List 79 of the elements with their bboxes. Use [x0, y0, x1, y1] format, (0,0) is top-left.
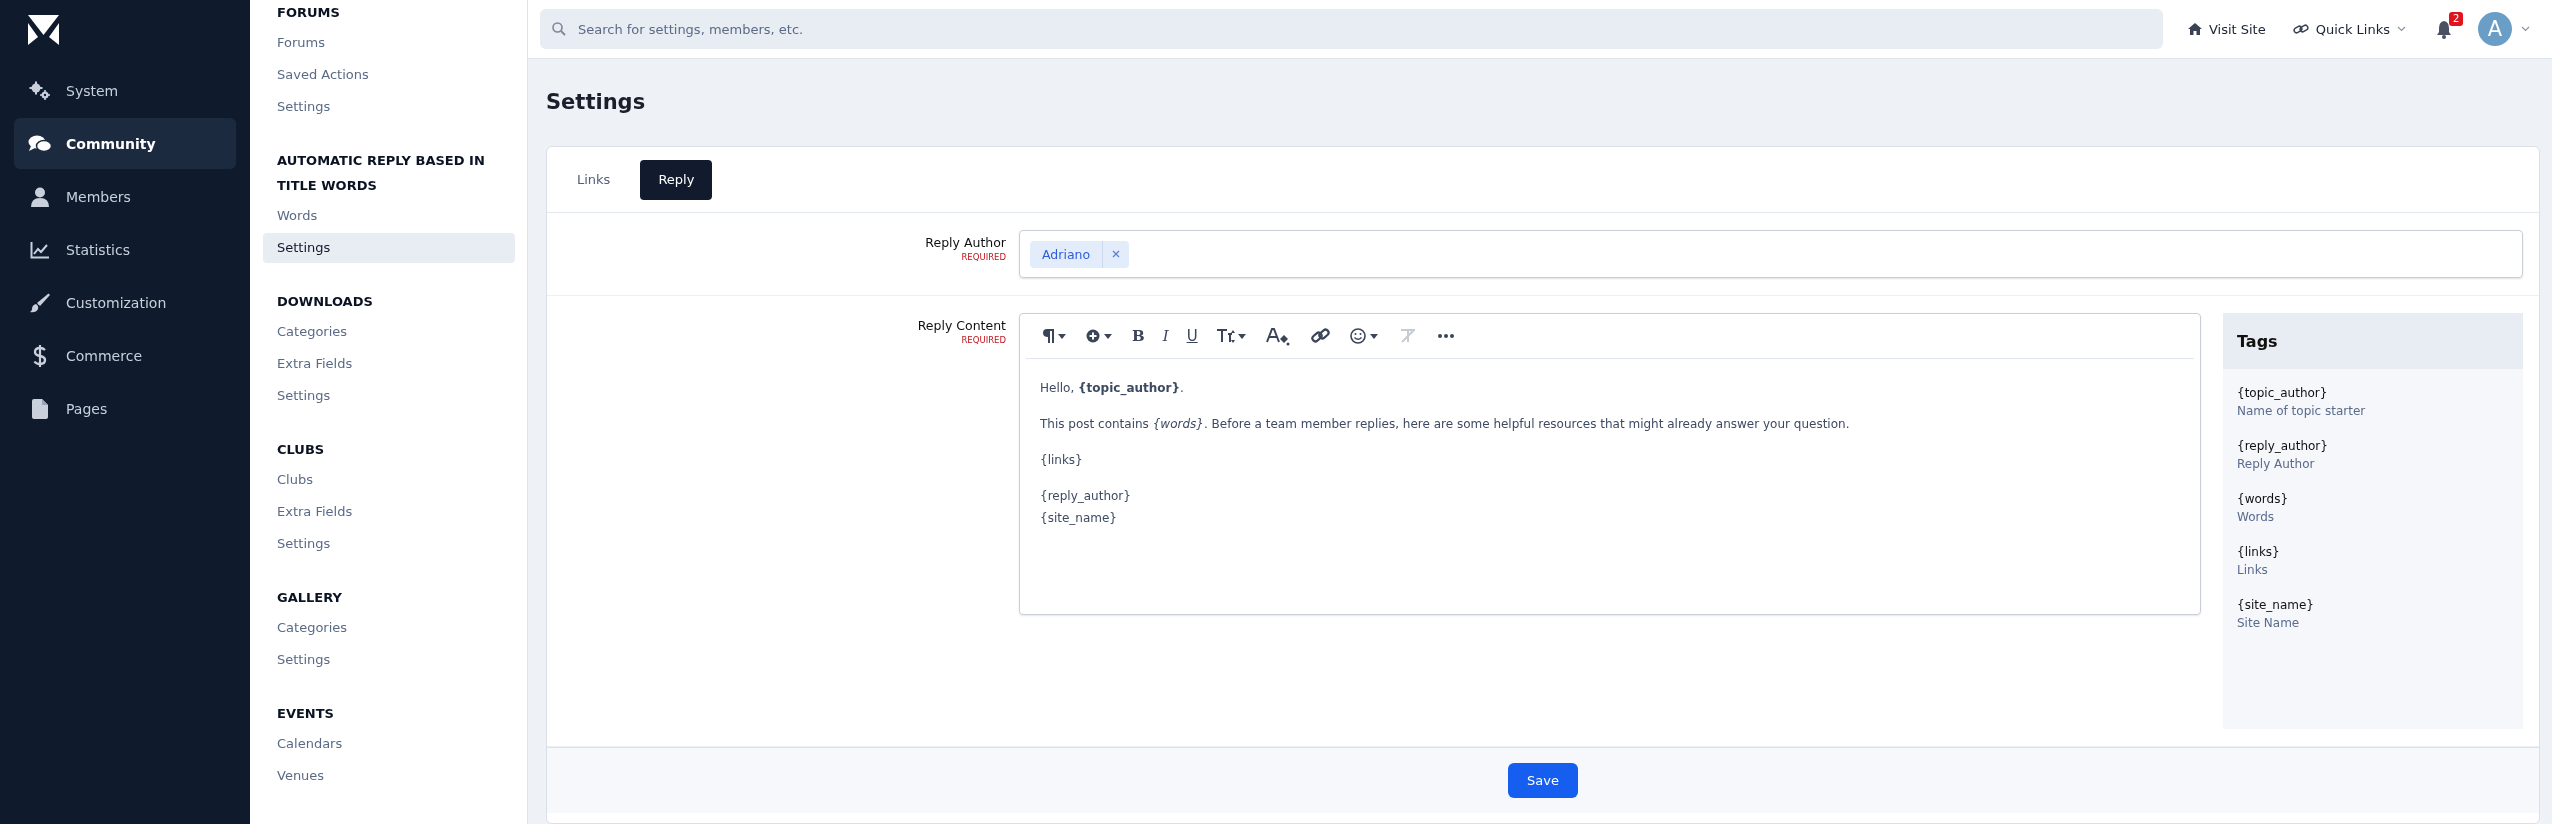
chevron-down-icon[interactable]	[2521, 26, 2530, 32]
page-title: Settings	[546, 89, 647, 116]
nav-item[interactable]: Statistics	[14, 224, 236, 275]
smiley-icon[interactable]	[1349, 326, 1380, 346]
nav-item[interactable]: Pages	[14, 383, 236, 434]
tag-name[interactable]: {reply_author}	[2237, 439, 2328, 453]
field-label: Reply Author	[925, 234, 1006, 251]
link-icon	[2292, 23, 2309, 35]
tag-description: Reply Author	[2237, 457, 2315, 471]
section-heading: FORUMS	[276, 4, 341, 22]
person-icon	[30, 186, 50, 207]
underline-button[interactable]: U	[1186, 326, 1198, 346]
submenu-link[interactable]: Words	[263, 201, 515, 231]
section-heading: GALLERY	[276, 589, 343, 607]
section-heading: EVENTS	[276, 705, 335, 723]
text-color-icon[interactable]	[1265, 326, 1292, 346]
quick-links-menu[interactable]: Quick Links	[2292, 21, 2406, 37]
nav-item[interactable]: Community	[14, 118, 236, 169]
submenu-link[interactable]: Settings	[263, 381, 515, 411]
line-chart-icon	[30, 240, 50, 259]
submenu-link[interactable]: Categories	[263, 613, 515, 643]
tag-name[interactable]: {links}	[2237, 545, 2280, 559]
submenu-link[interactable]: Extra Fields	[263, 349, 515, 379]
home-icon	[2187, 23, 2202, 35]
chat-bubbles-icon	[28, 133, 52, 154]
tab[interactable]: Links	[559, 159, 629, 200]
notification-count: 2	[2449, 11, 2464, 26]
submenu-link[interactable]: Settings	[263, 233, 515, 263]
chevron-down-icon	[2397, 26, 2406, 32]
bold-button[interactable]: B	[1132, 326, 1145, 346]
dollar-icon	[33, 344, 47, 367]
search-field[interactable]: Search for settings, members, etc.	[540, 9, 2163, 49]
submenu-link[interactable]: Settings	[263, 645, 515, 675]
nav-item[interactable]: Commerce	[14, 330, 236, 381]
tag-name[interactable]: {topic_author}	[2237, 386, 2328, 400]
gears-icon	[29, 80, 51, 101]
tag-description: Site Name	[2237, 616, 2300, 630]
editor-text: {site_name}	[1040, 510, 1117, 527]
visit-site-link[interactable]: Visit Site	[2187, 21, 2266, 37]
link-icon[interactable]	[1309, 326, 1332, 346]
editor-text: Hello, {topic_author}.	[1040, 380, 1184, 398]
reply-author-field[interactable]: Adriano	[1019, 230, 2523, 278]
logo	[28, 15, 59, 45]
nav-item[interactable]: Customization	[14, 277, 236, 328]
tag-description: Words	[2237, 510, 2275, 524]
required-label: REQUIRED	[961, 251, 1006, 263]
editor-text: This post contains {words}. Before a team member replies, here are some helpful resources that might already answer your question.	[1040, 416, 1850, 433]
editor-text: {links}	[1040, 452, 1083, 469]
section-heading: DOWNLOADS	[276, 293, 374, 311]
submenu-link[interactable]: Saved Actions	[263, 60, 515, 90]
submenu-link[interactable]: Calendars	[263, 729, 515, 759]
field-label: Reply Content	[917, 317, 1006, 334]
tags-title: Tags	[2237, 331, 2278, 351]
italic-button[interactable]: I	[1162, 326, 1169, 346]
submenu-link[interactable]: Categories	[263, 317, 515, 347]
tab[interactable]: Reply	[640, 159, 713, 200]
required-label: REQUIRED	[961, 334, 1006, 346]
nav-item[interactable]: Members	[14, 171, 236, 222]
section-heading: AUTOMATIC REPLY BASED IN TITLE WORDS	[276, 152, 486, 195]
paintbrush-icon	[30, 292, 50, 313]
file-icon	[32, 398, 48, 419]
submenu-link[interactable]: Venues	[263, 761, 515, 791]
tag-name[interactable]: {words}	[2237, 492, 2289, 506]
submenu-link[interactable]: Forums	[263, 28, 515, 58]
nav-item[interactable]: System	[14, 65, 236, 116]
submenu-link[interactable]: Settings	[263, 92, 515, 122]
author-chip: Adriano	[1030, 240, 1130, 268]
save-button[interactable]: Save	[1508, 763, 1578, 798]
tag-name[interactable]: {site_name}	[2237, 598, 2314, 612]
editor-text: {reply_author}	[1040, 488, 1131, 505]
reply-content-editor[interactable]: Hello, {topic_author}. This post contains {words}. Before a team member replies, here are some helpful resources that might already answer your question. {links} {reply_author} {site_name}	[1020, 359, 2200, 553]
tag-description: Links	[2237, 563, 2268, 577]
submenu-link[interactable]: Settings	[263, 529, 515, 559]
paragraph-icon[interactable]	[1040, 326, 1068, 346]
submenu-link[interactable]: Clubs	[263, 465, 515, 495]
tag-description: Name of topic starter	[2237, 404, 2366, 418]
section-heading: CLUBS	[276, 441, 326, 459]
submenu-link[interactable]: Extra Fields	[263, 497, 515, 527]
bell-icon[interactable]	[2436, 19, 2452, 39]
